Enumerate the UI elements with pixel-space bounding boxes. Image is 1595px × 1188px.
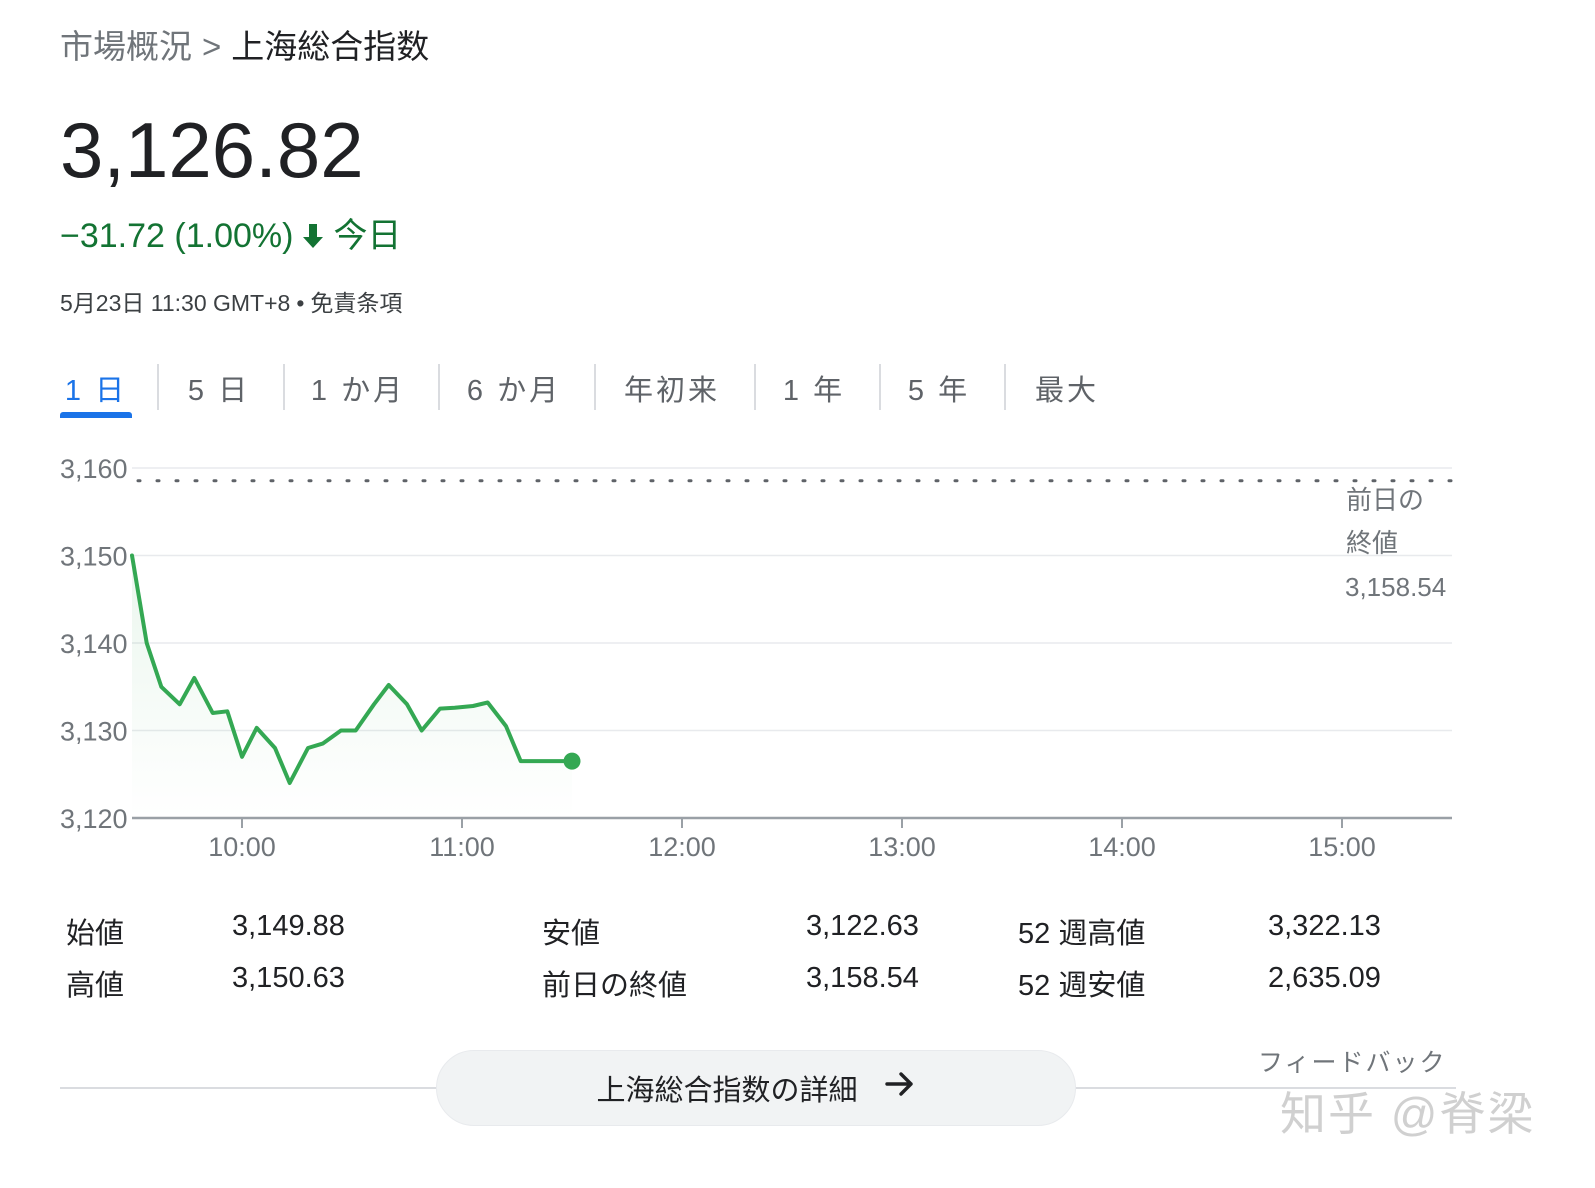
timestamp: 5月23日 11:30 GMT+8 — [60, 290, 291, 316]
x-tick-label: 12:00 — [648, 832, 716, 862]
current-price-marker — [563, 752, 581, 770]
current-price: 3,126.82 — [60, 106, 364, 194]
tab-gap — [132, 360, 158, 416]
previous-close-label-line1: 前日の — [1346, 485, 1424, 515]
tab-5-day[interactable]: 5 日 — [158, 360, 280, 416]
price-change: −31.72 (1.00%) 今日 — [60, 214, 401, 258]
tab-ytd[interactable]: 年初来 — [592, 360, 752, 416]
y-tick-label: 3,130 — [60, 717, 128, 747]
y-tick-label: 3,160 — [60, 454, 128, 484]
more-details-label: 上海総合指数の詳細 — [596, 1075, 858, 1107]
stat-open-label: 始値 — [66, 918, 125, 950]
intraday-price-chart[interactable]: 3,160 3,150 3,140 3,130 3,120 10:00 11:00 12:00… — [0, 440, 1595, 880]
stat-low-value: 3,122.63 — [806, 910, 919, 942]
stat-high-label: 高値 — [66, 970, 125, 1002]
arrow-right-icon — [884, 1070, 916, 1106]
stat-prev-close-value: 3,158.54 — [806, 962, 919, 994]
watermark: 知乎 @脊梁 — [1280, 1088, 1536, 1140]
x-tick-label: 14:00 — [1088, 832, 1156, 862]
stat-prev-close-label: 前日の終値 — [542, 970, 688, 1002]
price-change-value: −31.72 (1.00%) — [60, 217, 294, 255]
previous-close-value: 3,158.54 — [1345, 572, 1446, 602]
stat-52w-high-value: 3,322.13 — [1268, 910, 1381, 942]
breadcrumb-market-overview-link[interactable]: 市場概況 — [60, 28, 192, 65]
tab-divider — [438, 364, 440, 410]
tab-1-year[interactable]: 1 年 — [752, 360, 876, 416]
tab-6-month[interactable]: 6 か月 — [436, 360, 592, 416]
tab-divider — [157, 364, 159, 410]
stat-open-value: 3,149.88 — [232, 910, 345, 942]
tab-label: 5 年 — [907, 375, 971, 407]
more-details-button[interactable]: 上海総合指数の詳細 — [436, 1050, 1076, 1126]
disclaimer-link[interactable]: 免責条項 — [310, 290, 402, 316]
tab-divider — [594, 364, 596, 410]
breadcrumb-separator: > — [202, 28, 222, 65]
stat-52w-low-value: 2,635.09 — [1268, 962, 1381, 994]
tab-divider — [754, 364, 756, 410]
x-tick-label: 13:00 — [868, 832, 936, 862]
tab-max[interactable]: 最大 — [1002, 360, 1132, 416]
tab-label: 年初来 — [623, 375, 720, 407]
x-tick-label: 15:00 — [1308, 832, 1376, 862]
tab-label: 最大 — [1034, 375, 1099, 407]
y-tick-label: 3,120 — [60, 804, 128, 834]
x-tick-label: 10:00 — [208, 832, 276, 862]
stat-high-value: 3,150.63 — [232, 962, 345, 994]
meta-separator: • — [296, 290, 305, 316]
stat-low-label: 安値 — [542, 918, 601, 950]
range-tabs: 1 日 5 日 1 か月 6 か月 年初来 1 年 5 年 最大 — [60, 360, 1132, 420]
tab-divider — [879, 364, 881, 410]
breadcrumb: 市場概況 > 上海総合指数 — [60, 20, 429, 68]
feedback-link[interactable]: フィードバック — [1258, 1043, 1447, 1079]
price-change-period: 今日 — [333, 217, 402, 255]
timestamp-line: 5月23日 11:30 GMT+8 • 免責条項 — [60, 284, 402, 318]
stat-52w-high-label: 52 週高値 — [1018, 918, 1146, 950]
divider-line — [60, 1087, 436, 1089]
arrow-down-icon — [301, 221, 325, 251]
tab-divider — [283, 364, 285, 410]
tab-label: 5 日 — [187, 375, 251, 407]
previous-close-label-line2: 終値 — [1346, 528, 1398, 558]
stat-52w-low-label: 52 週安値 — [1018, 970, 1146, 1002]
tab-1-day[interactable]: 1 日 — [60, 360, 132, 418]
y-tick-label: 3,140 — [60, 629, 128, 659]
x-tick-label: 11:00 — [429, 832, 495, 862]
tab-label: 6 か月 — [466, 375, 562, 407]
y-tick-label: 3,150 — [60, 542, 128, 572]
tab-label: 1 日 — [64, 375, 128, 407]
tab-label: 1 か月 — [310, 375, 406, 407]
tab-divider — [1004, 364, 1006, 410]
breadcrumb-current: 上海総合指数 — [231, 28, 430, 65]
tab-label: 1 年 — [782, 375, 846, 407]
tab-1-month[interactable]: 1 か月 — [280, 360, 436, 416]
active-tab-indicator — [60, 412, 132, 418]
tab-5-year[interactable]: 5 年 — [876, 360, 1002, 416]
